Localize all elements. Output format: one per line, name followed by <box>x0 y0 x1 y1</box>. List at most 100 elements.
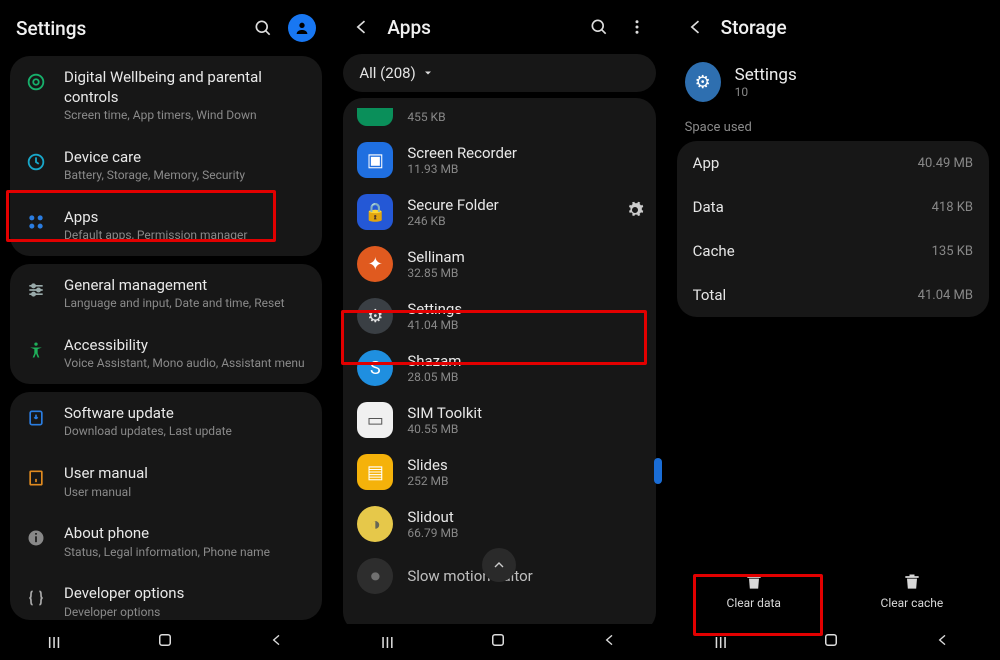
row-value: 418 KB <box>932 200 973 215</box>
action-label: Clear data <box>727 596 781 610</box>
back-button[interactable] <box>602 632 618 652</box>
row-title: Developer options <box>64 584 308 604</box>
back-icon[interactable] <box>683 14 709 40</box>
settings-card-2: General management Language and input, D… <box>10 264 322 384</box>
apps-icon <box>24 210 48 234</box>
clear-data-button[interactable]: Clear data <box>694 562 814 622</box>
section-label: Space used <box>667 114 999 139</box>
app-sub: 66.79 MB <box>407 526 458 540</box>
settings-row-accessibility[interactable]: Accessibility Voice Assistant, Mono audi… <box>10 324 322 384</box>
app-sub: 40.55 MB <box>407 422 482 436</box>
nav-bar: III <box>0 624 332 660</box>
list-item[interactable]: ▣ Screen Recorder11.93 MB <box>343 134 655 186</box>
row-title: Apps <box>64 208 308 228</box>
app-sub: 28.05 MB <box>407 370 461 384</box>
settings-row-manual[interactable]: User manual User manual <box>10 452 322 512</box>
list-item[interactable]: ▤ Slides252 MB <box>343 446 655 498</box>
settings-row-apps[interactable]: Apps Default apps, Permission manager <box>10 196 322 256</box>
home-button[interactable] <box>489 631 507 653</box>
list-item[interactable]: 🔒 Secure Folder246 KB <box>343 186 655 238</box>
scroll-top-button[interactable] <box>482 548 516 582</box>
storage-row-cache[interactable]: Cache 135 KB <box>677 229 989 273</box>
settings-row-general[interactable]: General management Language and input, D… <box>10 264 322 324</box>
search-icon[interactable] <box>586 14 612 40</box>
row-sub: Default apps, Permission manager <box>64 228 308 244</box>
chevron-down-icon <box>422 67 434 79</box>
back-icon[interactable] <box>349 14 375 40</box>
accessibility-icon <box>24 338 48 362</box>
gear-icon[interactable] <box>626 201 644 223</box>
list-item[interactable]: 455 KB <box>343 100 655 134</box>
app-name: Settings <box>735 65 797 85</box>
home-button[interactable] <box>822 631 840 653</box>
update-icon <box>24 406 48 430</box>
app-sub: 246 KB <box>407 214 498 228</box>
profile-avatar[interactable] <box>288 14 316 42</box>
header: Settings <box>0 0 332 52</box>
row-title: About phone <box>64 524 308 544</box>
settings-row-about[interactable]: About phone Status, Legal information, P… <box>10 512 322 572</box>
home-button[interactable] <box>156 631 174 653</box>
braces-icon <box>24 586 48 610</box>
app-icon: ⚙ <box>357 298 393 334</box>
clear-cache-button[interactable]: Clear cache <box>852 562 972 622</box>
row-key: Cache <box>693 242 735 260</box>
app-title: Settings <box>407 300 462 318</box>
list-item[interactable]: ◑ Slidout66.79 MB <box>343 498 655 550</box>
page-title: Apps <box>387 16 573 39</box>
row-title: User manual <box>64 464 308 484</box>
app-list[interactable]: 455 KB ▣ Screen Recorder11.93 MB 🔒 Secur… <box>333 98 665 624</box>
recents-button[interactable]: III <box>714 633 727 652</box>
settings-row-developer[interactable]: Developer options Developer options <box>10 572 322 620</box>
apps-panel: Apps All (208) 455 KB ▣ Screen Recorder1… <box>333 0 666 660</box>
bottom-actions: Clear data Clear cache <box>667 554 999 624</box>
app-title: Slidout <box>407 508 458 526</box>
header: Apps <box>333 0 665 50</box>
row-title: Digital Wellbeing and parental controls <box>64 68 308 107</box>
settings-row-devicecare[interactable]: Device care Battery, Storage, Memory, Se… <box>10 136 322 196</box>
row-value: 135 KB <box>932 244 973 259</box>
trash-icon <box>744 572 764 592</box>
app-title: Slides <box>407 456 448 474</box>
settings-row-update[interactable]: Software update Download updates, Last u… <box>10 392 322 452</box>
row-key: Total <box>693 286 727 304</box>
nav-bar: III <box>333 624 665 660</box>
filter-label: All (208) <box>359 64 415 82</box>
app-sub: 11.93 MB <box>407 162 517 176</box>
manual-icon <box>24 466 48 490</box>
page-title: Storage <box>721 16 983 39</box>
row-sub: Language and input, Date and time, Reset <box>64 296 308 312</box>
devicecare-icon <box>24 150 48 174</box>
app-header: ⚙ Settings 10 <box>667 50 999 114</box>
list-item[interactable]: S Shazam28.05 MB <box>343 342 655 394</box>
settings-panel: Settings Digital Wellbeing and parental … <box>0 0 333 660</box>
filter-dropdown[interactable]: All (208) <box>343 54 655 92</box>
storage-row-data[interactable]: Data 418 KB <box>677 185 989 229</box>
list-item-settings[interactable]: ⚙ Settings41.04 MB <box>343 290 655 342</box>
storage-row-total[interactable]: Total 41.04 MB <box>677 273 989 317</box>
app-icon: ▤ <box>357 454 393 490</box>
more-icon[interactable] <box>624 14 650 40</box>
back-button[interactable] <box>935 632 951 652</box>
storage-row-app[interactable]: App 40.49 MB <box>677 141 989 185</box>
storage-card: App 40.49 MB Data 418 KB Cache 135 KB To… <box>677 141 989 317</box>
app-version: 10 <box>735 85 797 99</box>
row-sub: Status, Legal information, Phone name <box>64 545 308 561</box>
gear-icon: ⚙ <box>685 62 721 102</box>
app-sub: 32.85 MB <box>407 266 464 280</box>
app-icon: ▭ <box>357 402 393 438</box>
list-item[interactable]: ▭ SIM Toolkit40.55 MB <box>343 394 655 446</box>
back-button[interactable] <box>269 632 285 652</box>
list-item[interactable]: ✦ Sellinam32.85 MB <box>343 238 655 290</box>
app-title: SIM Toolkit <box>407 404 482 422</box>
app-icon: ◑ <box>357 506 393 542</box>
settings-row-wellbeing[interactable]: Digital Wellbeing and parental controls … <box>10 56 322 136</box>
recents-button[interactable]: III <box>48 633 61 652</box>
row-title: Software update <box>64 404 308 424</box>
search-icon[interactable] <box>250 15 276 41</box>
app-title: Secure Folder <box>407 196 498 214</box>
recents-button[interactable]: III <box>381 633 394 652</box>
scroll-indicator[interactable] <box>654 458 662 484</box>
row-value: 41.04 MB <box>918 288 973 303</box>
row-sub: Developer options <box>64 605 308 620</box>
